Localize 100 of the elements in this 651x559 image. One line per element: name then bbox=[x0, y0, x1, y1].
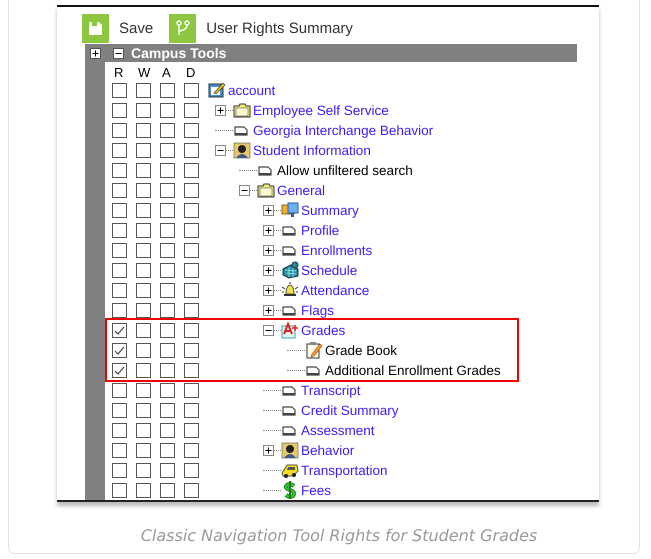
checkbox[interactable] bbox=[112, 262, 127, 278]
checkbox[interactable] bbox=[136, 302, 151, 318]
checkbox[interactable] bbox=[184, 262, 199, 278]
expand-icon[interactable] bbox=[263, 244, 274, 256]
expand-icon[interactable] bbox=[215, 104, 226, 116]
checkbox[interactable] bbox=[112, 442, 127, 458]
checkbox[interactable] bbox=[160, 362, 175, 378]
checkbox[interactable] bbox=[112, 362, 127, 378]
checkbox[interactable] bbox=[160, 482, 175, 498]
checkbox[interactable] bbox=[184, 402, 199, 418]
expand-icon[interactable] bbox=[263, 284, 274, 296]
checkbox[interactable] bbox=[184, 182, 199, 198]
collapse-icon[interactable] bbox=[263, 324, 274, 336]
checkbox[interactable] bbox=[160, 382, 175, 398]
tree-link[interactable]: Attendance bbox=[301, 282, 370, 298]
tree-link[interactable]: Fees bbox=[301, 482, 332, 498]
checkbox[interactable] bbox=[160, 102, 175, 118]
checkbox[interactable] bbox=[136, 122, 151, 138]
checkbox[interactable] bbox=[112, 282, 127, 298]
checkbox[interactable] bbox=[112, 162, 127, 178]
checkbox[interactable] bbox=[112, 462, 127, 478]
checkbox[interactable] bbox=[112, 82, 127, 98]
checkbox[interactable] bbox=[184, 422, 199, 438]
checkbox[interactable] bbox=[184, 102, 199, 118]
expand-icon[interactable] bbox=[90, 48, 100, 59]
checkbox[interactable] bbox=[160, 142, 175, 158]
expand-icon[interactable] bbox=[263, 304, 274, 316]
checkbox[interactable] bbox=[136, 222, 151, 238]
tree-link[interactable]: account bbox=[228, 82, 276, 98]
expand-icon[interactable] bbox=[263, 224, 274, 236]
checkbox[interactable] bbox=[136, 262, 151, 278]
checkbox[interactable] bbox=[160, 242, 175, 258]
tree-link[interactable]: Credit Summary bbox=[301, 402, 399, 418]
checkbox[interactable] bbox=[160, 262, 175, 278]
checkbox[interactable] bbox=[136, 242, 151, 258]
checkbox[interactable] bbox=[184, 322, 199, 338]
tree-link[interactable]: Profile bbox=[301, 222, 340, 238]
tree-link[interactable]: Georgia Interchange Behavior bbox=[253, 122, 434, 138]
checkbox[interactable] bbox=[184, 342, 199, 358]
checkbox[interactable] bbox=[184, 462, 199, 478]
toolbar-button[interactable]: User Rights Summary bbox=[169, 14, 353, 42]
checkbox[interactable] bbox=[136, 362, 151, 378]
checkbox[interactable] bbox=[136, 202, 151, 218]
checkbox[interactable] bbox=[136, 402, 151, 418]
checkbox[interactable] bbox=[160, 162, 175, 178]
checkbox[interactable] bbox=[184, 222, 199, 238]
checkbox[interactable] bbox=[112, 242, 127, 258]
tree-link[interactable]: Assessment bbox=[301, 422, 375, 438]
checkbox[interactable] bbox=[160, 202, 175, 218]
checkbox[interactable] bbox=[160, 402, 175, 418]
tree-link[interactable]: Employee Self Service bbox=[253, 102, 389, 118]
tree-link[interactable]: Schedule bbox=[301, 262, 358, 278]
checkbox[interactable] bbox=[136, 82, 151, 98]
tree-link[interactable]: Enrollments bbox=[301, 242, 372, 258]
tree-link[interactable]: Behavior bbox=[301, 442, 354, 458]
collapse-icon[interactable] bbox=[239, 184, 250, 196]
checkbox[interactable] bbox=[184, 362, 199, 378]
checkbox[interactable] bbox=[112, 302, 127, 318]
checkbox[interactable] bbox=[184, 442, 199, 458]
checkbox[interactable] bbox=[112, 202, 127, 218]
checkbox[interactable] bbox=[112, 122, 127, 138]
checkbox[interactable] bbox=[136, 342, 151, 358]
checkbox[interactable] bbox=[112, 322, 127, 338]
checkbox[interactable] bbox=[112, 142, 127, 158]
checkbox[interactable] bbox=[136, 422, 151, 438]
tree-link[interactable]: Flags bbox=[301, 302, 334, 318]
tree-link[interactable]: Transcript bbox=[301, 382, 361, 398]
checkbox[interactable] bbox=[160, 442, 175, 458]
checkbox[interactable] bbox=[112, 482, 127, 498]
checkbox[interactable] bbox=[136, 282, 151, 298]
checkbox[interactable] bbox=[136, 482, 151, 498]
tree-link[interactable]: Summary bbox=[301, 202, 359, 218]
checkbox[interactable] bbox=[136, 162, 151, 178]
checkbox[interactable] bbox=[160, 302, 175, 318]
checkbox[interactable] bbox=[136, 142, 151, 158]
checkbox[interactable] bbox=[136, 462, 151, 478]
checkbox[interactable] bbox=[136, 322, 151, 338]
checkbox[interactable] bbox=[136, 442, 151, 458]
checkbox[interactable] bbox=[160, 422, 175, 438]
checkbox[interactable] bbox=[160, 282, 175, 298]
checkbox[interactable] bbox=[112, 382, 127, 398]
tree-link[interactable]: General bbox=[277, 182, 326, 198]
checkbox[interactable] bbox=[184, 482, 199, 498]
expand-icon[interactable] bbox=[263, 444, 274, 456]
checkbox[interactable] bbox=[136, 102, 151, 118]
checkbox[interactable] bbox=[136, 182, 151, 198]
checkbox[interactable] bbox=[184, 142, 199, 158]
checkbox[interactable] bbox=[160, 122, 175, 138]
collapse-icon[interactable] bbox=[215, 144, 226, 156]
tree-link[interactable]: Transportation bbox=[301, 462, 388, 478]
checkbox[interactable] bbox=[112, 342, 127, 358]
checkbox[interactable] bbox=[184, 202, 199, 218]
checkbox[interactable] bbox=[160, 342, 175, 358]
checkbox[interactable] bbox=[112, 222, 127, 238]
checkbox[interactable] bbox=[160, 182, 175, 198]
checkbox[interactable] bbox=[160, 82, 175, 98]
checkbox[interactable] bbox=[136, 382, 151, 398]
expand-icon[interactable] bbox=[263, 264, 274, 276]
checkbox[interactable] bbox=[112, 102, 127, 118]
checkbox[interactable] bbox=[184, 382, 199, 398]
